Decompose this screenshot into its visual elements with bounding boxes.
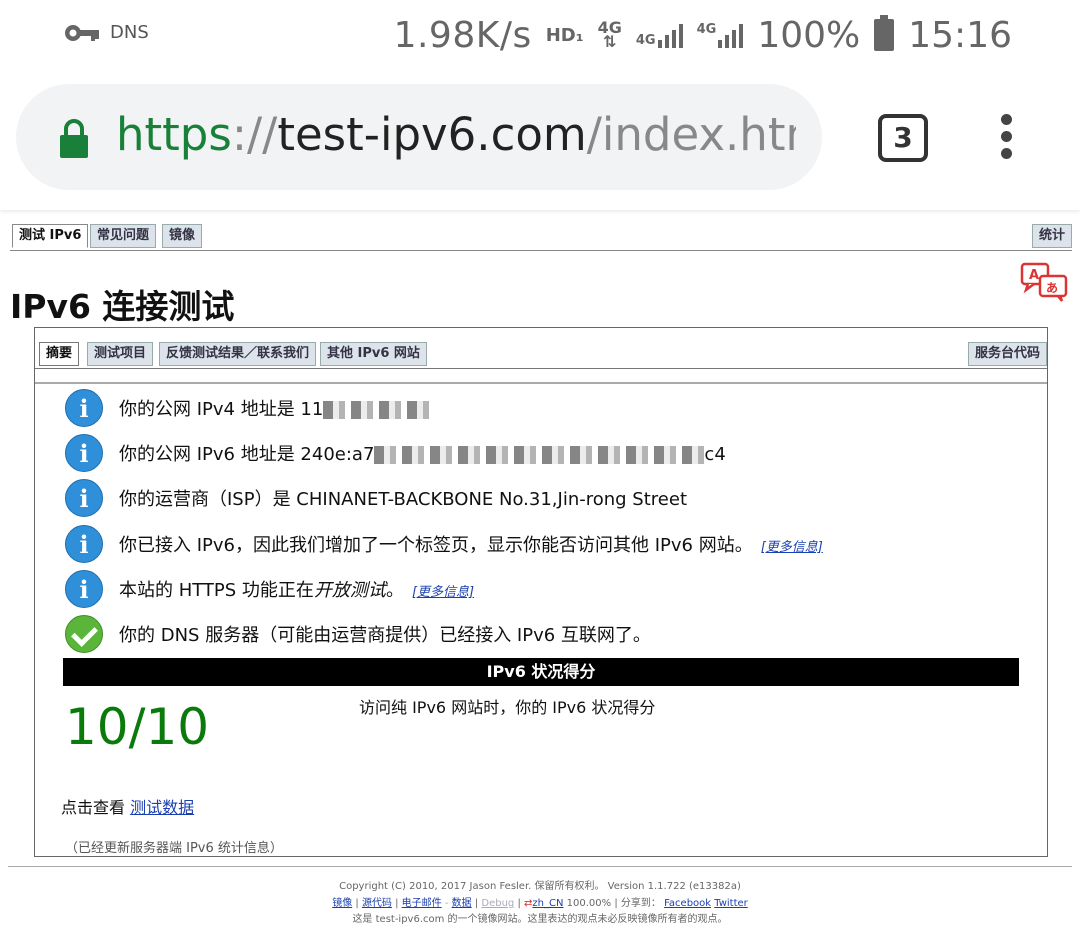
- site-nav: 测试 IPv6 常见问题 镜像 统计: [10, 224, 1072, 251]
- separator: -: [444, 898, 449, 909]
- signal-strength-2: 4G: [697, 22, 744, 48]
- status-bar: DNS 1.98K/s HD₁ 4G ⇅ 4G 4G 100% 15:16: [0, 0, 1080, 70]
- lock-icon: [60, 119, 88, 158]
- info-icon: i: [65, 525, 103, 563]
- signal-bars-icon: [657, 22, 683, 48]
- vpn-label: DNS: [110, 22, 149, 43]
- locale-link[interactable]: zh_CN: [532, 898, 563, 909]
- vpn-key-icon: [65, 25, 99, 41]
- tab-test-ipv6[interactable]: 测试 IPv6: [12, 224, 89, 248]
- more-info-link[interactable]: [更多信息]: [761, 540, 823, 555]
- svg-text:あ: あ: [1046, 281, 1058, 295]
- data-activity-icon: 4G ⇅: [597, 18, 622, 51]
- battery-icon: [874, 15, 895, 51]
- test-data-link[interactable]: 测试数据: [130, 798, 194, 817]
- result-text: 你的 DNS 服务器（可能由运营商提供）已经接入 IPv6 互联网了。: [119, 625, 651, 646]
- view-data-label: 点击查看: [61, 798, 131, 817]
- result-https: i 本站的 HTTPS 功能正在开放测试。 [更多信息]: [65, 569, 474, 609]
- network-type-label-2: 4G: [635, 33, 656, 48]
- https-status: 开放测试: [313, 580, 386, 601]
- status-indicators: 1.98K/s HD₁ 4G ⇅ 4G 4G 100% 15:16: [394, 12, 1012, 58]
- info-icon: i: [65, 389, 103, 427]
- check-icon: [65, 615, 103, 653]
- result-text: 你已接入 IPv6，因此我们增加了一个标签页，显示你能否访问其他 IPv6 网站…: [119, 531, 823, 557]
- url-host: test-ipv6.com: [277, 108, 587, 161]
- tab-summary[interactable]: 摘要: [39, 342, 80, 366]
- divider: [35, 382, 1047, 384]
- stats-updated-note: （已经更新服务器端 IPv6 统计信息）: [65, 841, 283, 856]
- https-text: 本站的 HTTPS 功能正在: [119, 580, 314, 601]
- svg-text:A: A: [1029, 268, 1039, 283]
- result-text: 你的运营商（ISP）是 CHINANET-BACKBONE No.31,Jin-…: [119, 489, 688, 510]
- url-text[interactable]: https://test-ipv6.com/index.html.z: [116, 108, 796, 161]
- results-nav: 摘要 测试项目 反馈测试结果／联系我们 其他 IPv6 网站 服务台代码: [35, 342, 1047, 369]
- footer-links: 镜像 | 源代码 | 电子邮件 - 数据 | Debug | ⇄zh_CN 10…: [332, 898, 748, 909]
- score-description: 访问纯 IPv6 网站时，你的 IPv6 状况得分: [359, 698, 656, 717]
- result-ipv6-tab: i 你已接入 IPv6，因此我们增加了一个标签页，显示你能否访问其他 IPv6 …: [65, 524, 823, 564]
- hd-voice-indicator: HD₁: [545, 24, 584, 46]
- result-text: 本站的 HTTPS 功能正在开放测试。 [更多信息]: [119, 576, 474, 602]
- url-path: /index.html.z: [586, 108, 796, 161]
- overflow-menu-icon[interactable]: [998, 114, 1014, 160]
- https-text-end: 。: [385, 580, 404, 601]
- info-icon: i: [65, 570, 103, 608]
- score-value: 10/10: [65, 698, 210, 756]
- mirrors-link[interactable]: 镜像: [332, 898, 352, 909]
- result-text: 你的公网 IPv6 地址是 240e:a7 c4: [119, 440, 726, 466]
- ipv6-address: 你的公网 IPv6 地址是 240e:a7: [119, 444, 375, 465]
- facebook-link[interactable]: Facebook: [664, 898, 711, 909]
- result-ipv6: i 你的公网 IPv6 地址是 240e:a7 c4: [65, 433, 726, 473]
- network-type-label: 4G: [597, 18, 622, 37]
- result-text: 你的公网 IPv4 地址是 11: [119, 395, 434, 421]
- more-info-link[interactable]: [更多信息]: [412, 585, 474, 600]
- redacted-mask: [323, 401, 434, 419]
- url-scheme: https: [116, 108, 232, 161]
- battery-percent: 100%: [757, 14, 861, 56]
- signal-strength-1: 4G: [636, 22, 683, 48]
- tab-tests[interactable]: 测试项目: [87, 342, 154, 366]
- footer-divider: [8, 866, 1072, 867]
- translate-icon[interactable]: A あ: [1020, 262, 1070, 302]
- tab-mirrors[interactable]: 镜像: [162, 224, 203, 248]
- redacted-mask: [374, 446, 705, 464]
- tab-helpdesk-code[interactable]: 服务台代码: [967, 342, 1047, 366]
- ipv6-tab-text: 你已接入 IPv6，因此我们增加了一个标签页，显示你能否访问其他 IPv6 网站…: [119, 535, 753, 556]
- ipv4-address: 你的公网 IPv4 地址是 11: [119, 399, 324, 420]
- source-link[interactable]: 源代码: [362, 898, 392, 909]
- tab-switcher-button[interactable]: 3: [878, 114, 928, 162]
- result-isp: i 你的运营商（ISP）是 CHINANET-BACKBONE No.31,Ji…: [65, 478, 687, 518]
- ipv6-address-suffix: c4: [704, 444, 726, 465]
- result-dns: 你的 DNS 服务器（可能由运营商提供）已经接入 IPv6 互联网了。: [65, 614, 651, 654]
- data-link[interactable]: 数据: [452, 898, 472, 909]
- results-panel: 摘要 测试项目 反馈测试结果／联系我们 其他 IPv6 网站 服务台代码 i 你…: [34, 327, 1048, 857]
- twitter-link[interactable]: Twitter: [714, 898, 748, 909]
- url-separator: ://: [231, 108, 278, 161]
- email-link[interactable]: 电子邮件: [402, 898, 442, 909]
- info-icon: i: [65, 434, 103, 472]
- share-label: 分享到：: [620, 898, 661, 909]
- tab-other-ipv6-sites[interactable]: 其他 IPv6 网站: [320, 342, 427, 366]
- network-type-label-3: 4G: [696, 22, 717, 37]
- view-data: 点击查看 测试数据: [61, 794, 194, 818]
- result-ipv4: i 你的公网 IPv4 地址是 11: [65, 388, 434, 428]
- address-bar[interactable]: https://test-ipv6.com/index.html.z: [16, 84, 822, 190]
- locale-percent: 100.00%: [566, 898, 612, 909]
- page-title: IPv6 连接测试: [10, 287, 235, 326]
- mirror-disclaimer: 这是 test-ipv6.com 的一个镜像网站。这里表达的观点未必反映镜像所有…: [352, 914, 728, 925]
- info-icon: i: [65, 479, 103, 517]
- network-speed: 1.98K/s: [393, 14, 532, 56]
- signal-bars-icon: [718, 22, 744, 48]
- tab-feedback[interactable]: 反馈测试结果／联系我们: [159, 342, 317, 366]
- tab-stats[interactable]: 统计: [1031, 224, 1072, 248]
- copyright: Copyright (C) 2010, 2017 Jason Fesler. 保…: [339, 881, 741, 892]
- browser-toolbar: https://test-ipv6.com/index.html.z 3: [0, 70, 1080, 210]
- score-header: IPv6 状况得分: [63, 658, 1019, 686]
- tab-faq[interactable]: 常见问题: [90, 224, 157, 248]
- clock: 15:16: [908, 14, 1012, 56]
- debug-link[interactable]: Debug: [481, 898, 514, 909]
